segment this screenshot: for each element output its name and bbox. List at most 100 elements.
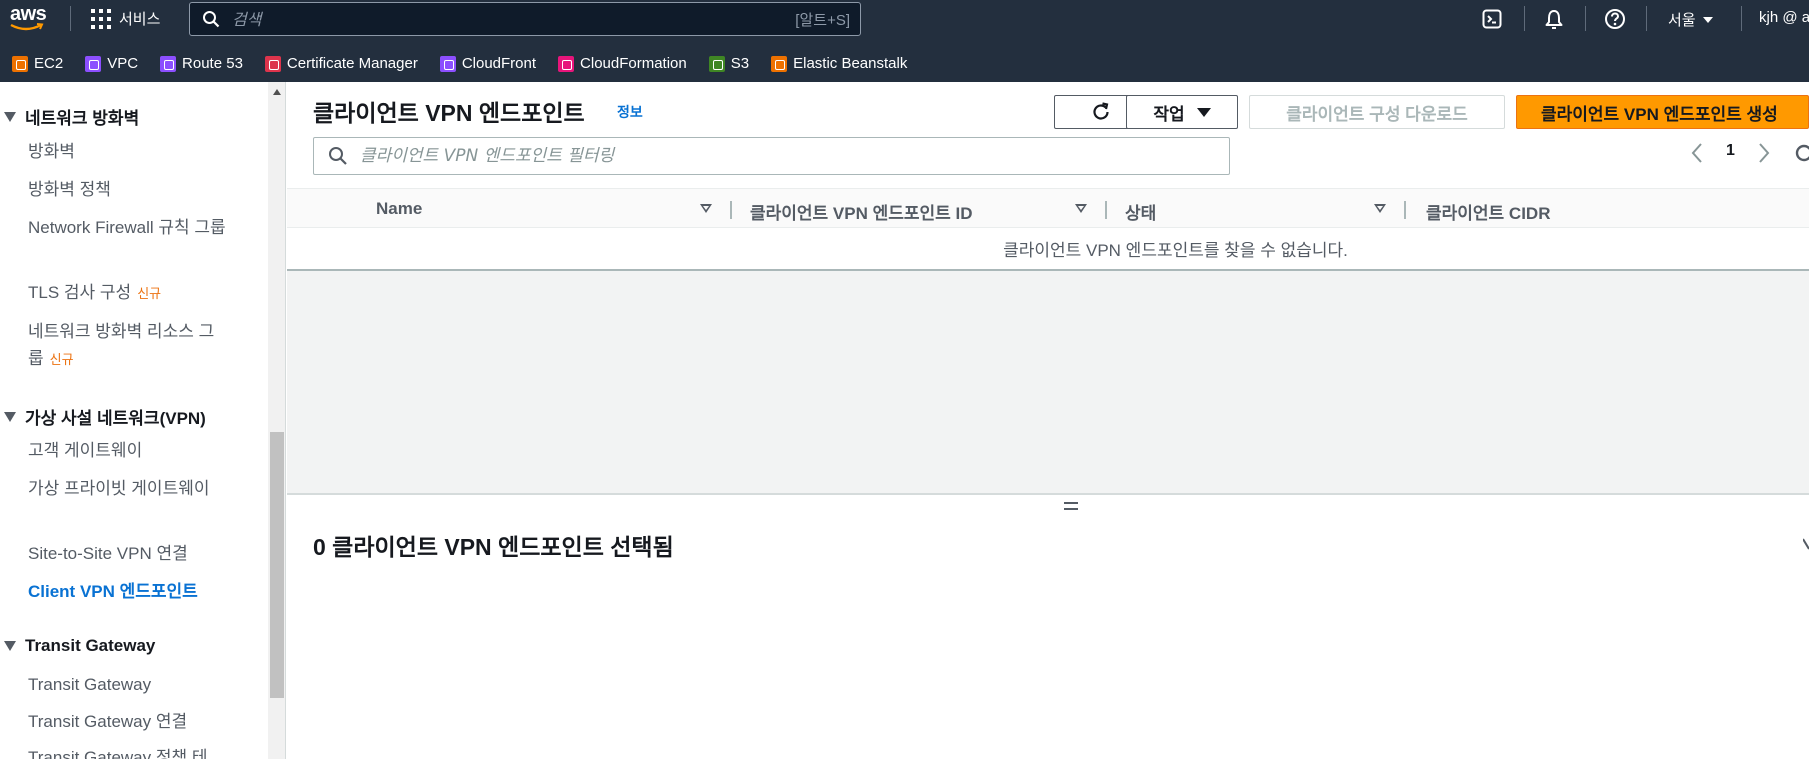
sidebar-item-nf-resource-group[interactable]: 네트워크 방화벽 리소스 그룹 신규 [28, 318, 228, 373]
sidebar-section-network-firewall[interactable]: 네트워크 방화벽 [0, 104, 139, 129]
new-badge: 신규 [49, 352, 74, 367]
favorite-route-53[interactable]: Route 53 [160, 55, 243, 72]
search-icon [203, 11, 220, 28]
nav-divider [70, 6, 71, 31]
caret-down-icon [4, 411, 16, 422]
ec2-service-icon [12, 55, 28, 72]
sidebar-scrollbar[interactable] [268, 82, 286, 759]
scroll-up-arrow-icon[interactable] [273, 89, 281, 95]
sidebar-item-transit-gateway-policy[interactable]: Transit Gateway 정책 테 [28, 744, 268, 759]
actions-label: 작업 [1153, 104, 1185, 124]
favorite-label: Elastic Beanstalk [793, 55, 908, 72]
column-header-endpoint-id[interactable]: 클라이언트 VPN 엔드포인트 ID [750, 199, 973, 224]
favorite-cloudformation[interactable]: CloudFormation [558, 55, 687, 72]
region-label: 서울 [1668, 12, 1696, 29]
favorite-ec2[interactable]: EC2 [12, 55, 63, 72]
sort-caret-icon[interactable] [1374, 204, 1386, 213]
search-icon [329, 147, 347, 165]
column-resizer[interactable] [1404, 201, 1406, 219]
create-client-vpn-endpoint-button[interactable]: 클라이언트 VPN 엔드포인트 생성 [1516, 95, 1809, 129]
info-link[interactable]: 정보 [617, 102, 643, 122]
column-header-state[interactable]: 상태 [1125, 199, 1156, 224]
favorite-label: VPC [107, 55, 139, 72]
sidebar-item-customer-gateway[interactable]: 고객 게이트웨이 [28, 437, 228, 464]
caret-down-icon [4, 111, 16, 122]
region-selector[interactable]: 서울 [1668, 9, 1714, 30]
sidebar-item-tls-inspection[interactable]: TLS 검사 구성 신규 [28, 279, 228, 307]
main-content: 클라이언트 VPN 엔드포인트 정보 작업 클라이언트 구성 다운로드 클라이언… [287, 82, 1809, 759]
favorite-label: S3 [730, 55, 750, 72]
favorite-label: Certificate Manager [286, 55, 418, 72]
favorite-certificate-manager[interactable]: Certificate Manager [264, 55, 418, 72]
sidebar-item-client-vpn[interactable]: Client VPN 엔드포인트 [28, 578, 228, 605]
nav-divider [1646, 6, 1647, 31]
sidebar-navigation: 네트워크 방화벽 방화벽 방화벽 정책 Network Firewall 규칙 … [0, 82, 268, 759]
sidebar-item-firewall-policy[interactable]: 방화벽 정책 [28, 176, 228, 203]
new-badge: 신규 [137, 286, 162, 301]
sidebar-item-transit-gateway-attachments[interactable]: Transit Gateway 연결 [28, 708, 228, 735]
account-menu[interactable]: kjh @ a [1759, 9, 1809, 26]
favorites-bar-spacer [0, 37, 1809, 45]
top-navigation: aws 서비스 [알트+S] [0, 0, 1809, 37]
previous-page-icon[interactable] [1690, 141, 1704, 165]
grid-icon [91, 8, 111, 29]
sort-caret-icon[interactable] [700, 204, 712, 213]
favorite-s3[interactable]: S3 [708, 55, 750, 72]
actions-dropdown-button[interactable]: 작업 [1126, 95, 1238, 129]
cloudshell-icon[interactable] [1480, 7, 1504, 31]
column-header-client-cidr[interactable]: 클라이언트 CIDR [1426, 199, 1550, 224]
sidebar-item-label: TLS 검사 구성 [28, 283, 132, 302]
table-header: Name 클라이언트 VPN 엔드포인트 ID 상태 클라이언트 CIDR [287, 188, 1809, 228]
sidebar-item-firewall[interactable]: 방화벽 [28, 138, 228, 165]
scrollbar-thumb[interactable] [270, 432, 284, 698]
page-number[interactable]: 1 [1726, 142, 1735, 160]
next-page-icon[interactable] [1757, 141, 1771, 165]
page-title: 클라이언트 VPN 엔드포인트 [313, 100, 585, 126]
certificate-manager-service-icon [264, 55, 281, 72]
global-search[interactable]: [알트+S] [189, 2, 861, 36]
aws-logo[interactable]: aws [10, 4, 50, 34]
split-panel-close-icon[interactable] [1803, 537, 1809, 551]
help-icon[interactable] [1603, 7, 1627, 31]
column-resizer[interactable] [730, 201, 732, 219]
sort-caret-icon[interactable] [1075, 204, 1087, 213]
notifications-bell-icon[interactable] [1542, 7, 1566, 31]
split-panel-drag-handle-icon[interactable] [1064, 501, 1078, 511]
cloudformation-service-icon [558, 55, 575, 72]
aws-smile-icon [10, 23, 44, 31]
filter-search[interactable] [313, 137, 1230, 175]
sidebar-item-virtual-private-gateway[interactable]: 가상 프라이빗 게이트웨이 [28, 475, 228, 502]
services-label: 서비스 [119, 11, 161, 28]
sidebar-section-vpn[interactable]: 가상 사설 네트워크(VPN) [0, 404, 206, 429]
sidebar-item-site-to-site-vpn[interactable]: Site-to-Site VPN 연결 [28, 540, 228, 567]
favorite-elastic-beanstalk[interactable]: Elastic Beanstalk [771, 55, 907, 72]
table-blank-area [287, 271, 1809, 493]
sidebar-item-nf-rule-group[interactable]: Network Firewall 규칙 그룹 [28, 214, 228, 241]
sidebar-section-transit-gateway[interactable]: Transit Gateway [0, 636, 155, 656]
favorite-label: EC2 [34, 55, 64, 72]
refresh-icon [1093, 102, 1109, 120]
table-empty-state: 클라이언트 VPN 엔드포인트를 찾을 수 없습니다. [287, 228, 1809, 271]
filter-input[interactable] [348, 146, 1229, 166]
route-53-service-icon [160, 55, 177, 72]
empty-message: 클라이언트 VPN 엔드포인트를 찾을 수 없습니다. [1003, 241, 1348, 260]
nav-divider [1524, 6, 1525, 31]
favorite-cloudfront[interactable]: CloudFront [439, 55, 537, 72]
column-header-name[interactable]: Name [376, 199, 422, 219]
services-menu-button[interactable]: 서비스 [91, 6, 160, 31]
caret-down-icon [1702, 16, 1713, 23]
favorite-vpc[interactable]: VPC [85, 55, 138, 72]
favorites-bar: EC2 VPC Route 53 Certificate Manager CloudFr… [0, 45, 1809, 82]
nav-divider [1585, 6, 1586, 31]
vpc-service-icon [85, 55, 102, 72]
favorite-label: CloudFront [461, 55, 537, 72]
split-panel-divider [287, 493, 1809, 495]
settings-gear-icon[interactable] [1792, 141, 1809, 165]
split-panel-title: 0 클라이언트 VPN 엔드포인트 선택됨 [313, 534, 674, 560]
column-resizer[interactable] [1105, 201, 1107, 219]
download-client-config-button[interactable]: 클라이언트 구성 다운로드 [1249, 95, 1505, 129]
sidebar-item-transit-gateway[interactable]: Transit Gateway [28, 671, 228, 698]
nav-divider [1741, 6, 1742, 31]
search-input[interactable] [220, 3, 796, 35]
caret-down-icon [1196, 107, 1211, 117]
